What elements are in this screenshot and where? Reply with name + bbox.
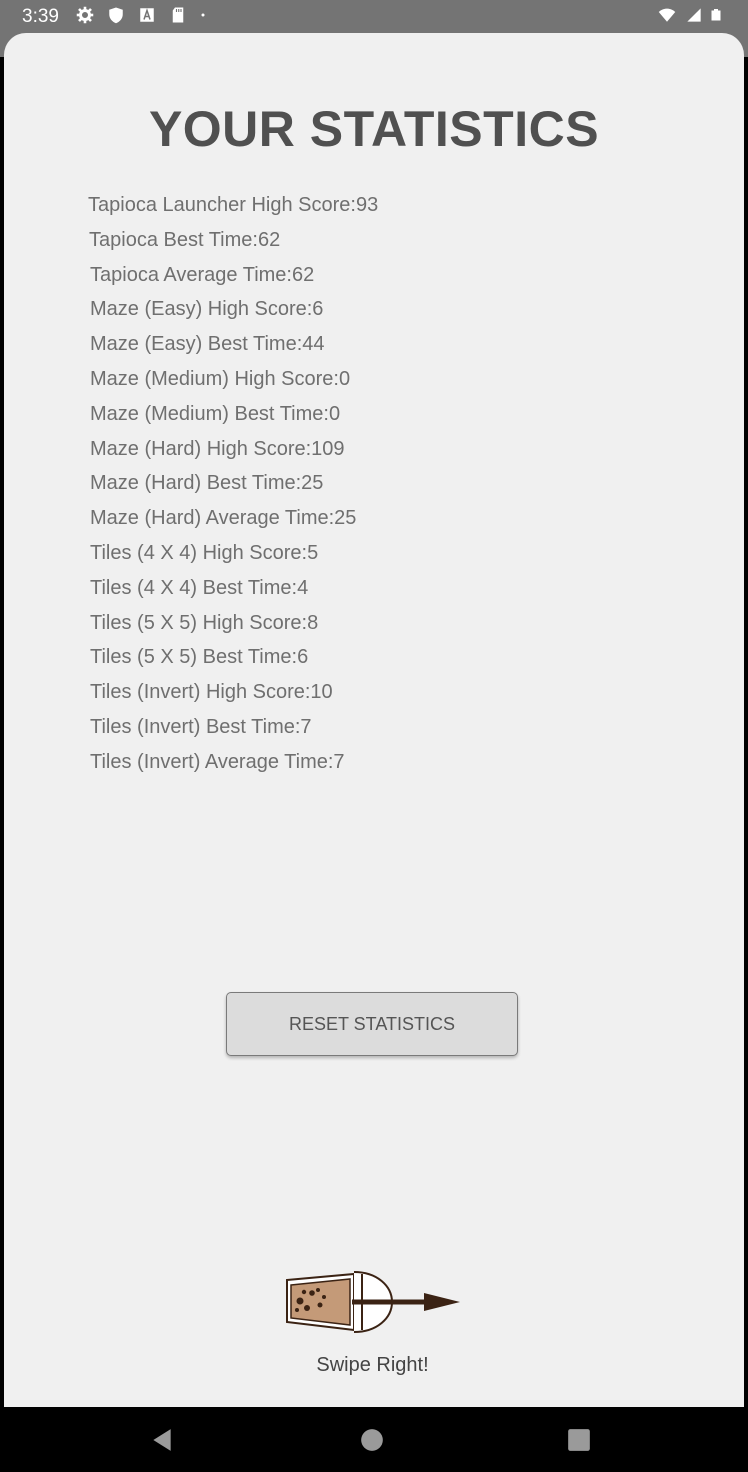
stat-item: Maze (Easy) Best Time:44	[90, 333, 325, 356]
device: 3:39 YOUR STATISTICS Tapioca Launcher Hi…	[0, 0, 748, 1472]
a-box-icon	[140, 8, 154, 22]
stat-item: Maze (Medium) Best Time:0	[90, 402, 341, 425]
stat-item: Tiles (4 X 4) Best Time:4	[90, 576, 309, 599]
shield-icon	[109, 7, 123, 24]
stat-item: Tapioca Best Time:62	[89, 228, 281, 251]
signal-icon	[687, 8, 701, 22]
home-icon[interactable]	[359, 1427, 385, 1453]
bubble-tea-swipe-icon	[286, 1271, 460, 1333]
back-icon[interactable]	[149, 1427, 175, 1453]
recents-icon[interactable]	[566, 1427, 592, 1453]
stat-item: Maze (Medium) High Score:0	[90, 367, 351, 390]
status-icons-left	[76, 6, 212, 24]
sd-card-icon	[172, 7, 184, 23]
statistics-list: Tapioca Launcher High Score:93 Tapioca Be…	[88, 190, 379, 782]
dot-icon	[201, 13, 205, 17]
stat-item: Maze (Hard) Best Time:25	[90, 472, 324, 495]
stat-item: Maze (Hard) High Score:109	[90, 437, 345, 460]
status-time: 3:39	[22, 6, 59, 27]
stat-item: Tiles (5 X 5) Best Time:6	[90, 646, 309, 669]
reset-statistics-button[interactable]: RESET STATISTICS	[226, 992, 518, 1056]
stat-item: Maze (Easy) High Score:6	[90, 298, 324, 321]
status-icons-right	[656, 6, 722, 24]
stat-item: Tiles (Invert) Average Time:7	[90, 750, 345, 773]
stat-item: Tapioca Average Time:62	[90, 263, 315, 286]
wifi-icon	[658, 8, 676, 22]
page-title: YOUR STATISTICS	[148, 101, 600, 157]
stat-item: Tiles (5 X 5) High Score:8	[90, 611, 319, 634]
stat-item: Tiles (Invert) Best Time:7	[90, 715, 312, 738]
stat-item: Tiles (4 X 4) High Score:5	[90, 541, 319, 564]
battery-icon	[711, 9, 721, 21]
stat-item: Tiles (Invert) High Score:10	[90, 681, 333, 704]
gear-icon	[76, 6, 94, 24]
stat-item: Maze (Hard) Average Time:25	[90, 507, 357, 530]
status-bar: 3:39	[0, 0, 748, 33]
stat-item: Tapioca Launcher High Score:93	[88, 194, 379, 216]
swipe-hint-label: Swipe Right!	[316, 1354, 429, 1376]
navigation-bar	[0, 1407, 748, 1472]
